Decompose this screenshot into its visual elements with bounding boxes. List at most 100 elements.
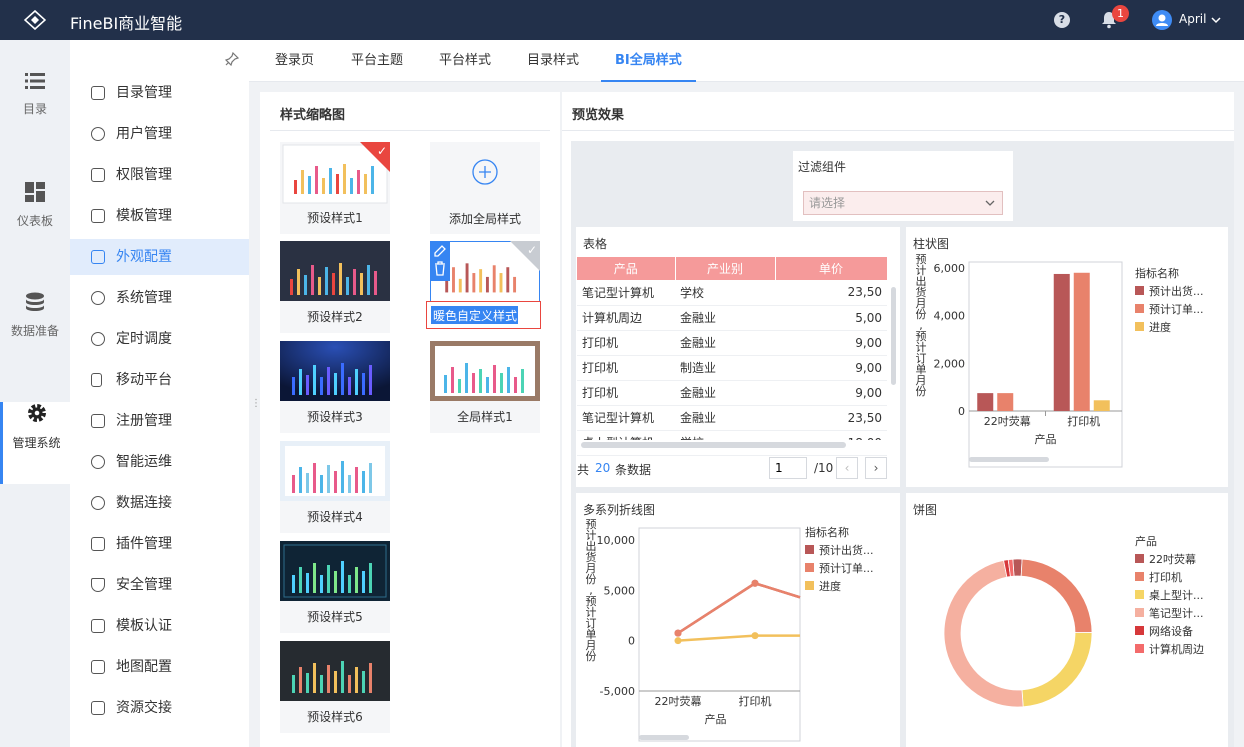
- tab-platform-theme[interactable]: 平台主题: [351, 40, 403, 82]
- column-header[interactable]: 单价: [775, 257, 888, 280]
- help-icon[interactable]: ?: [1054, 12, 1070, 28]
- next-page-button[interactable]: ›: [865, 457, 887, 479]
- thumb-image: [280, 641, 390, 701]
- filter-title: 过滤组件: [798, 160, 847, 174]
- trash-icon[interactable]: [435, 261, 445, 276]
- menu-item-mobile[interactable]: 移动平台: [70, 362, 249, 398]
- link-icon: [91, 496, 105, 510]
- bar: [1053, 273, 1070, 411]
- bar: [997, 393, 1014, 411]
- style-thumbnails-panel: 样式缩略图 ✓ 预设样式1 添加全局样式 预设样式2 ✓ 暖色自定义样式 预设样…: [260, 92, 560, 747]
- thumb-preset-5[interactable]: 预设样式5: [280, 541, 390, 633]
- table-cell: 金融业: [675, 330, 775, 356]
- tab-login-page[interactable]: 登录页: [275, 40, 314, 82]
- thumb-preset-4[interactable]: 预设样式4: [280, 441, 390, 533]
- thumb-image: [280, 241, 390, 301]
- prev-page-button[interactable]: ‹: [836, 457, 858, 479]
- left-rail: 目录 仪表板 数据准备 管理系统: [0, 40, 70, 747]
- bar: [977, 393, 994, 411]
- filter-widget: 过滤组件 请选择: [793, 151, 1013, 221]
- rename-input[interactable]: [431, 306, 518, 324]
- table-cell: 金融业: [675, 305, 775, 331]
- user-name[interactable]: April: [1179, 12, 1206, 26]
- y-tick-label: 2,000: [934, 357, 966, 370]
- tab-bi-global-style[interactable]: BI全局样式: [601, 40, 696, 82]
- menu-item-smart-ops[interactable]: 智能运维: [70, 444, 249, 480]
- legend-swatch: [1135, 608, 1144, 617]
- page-input[interactable]: [769, 457, 807, 479]
- preview-canvas: 过滤组件 请选择 表格 产品 产业别 单价 笔记型计算机 学校 23,50 计算…: [571, 141, 1234, 747]
- thumb-label: 添加全局样式: [448, 212, 521, 226]
- add-global-style-button[interactable]: 添加全局样式: [430, 142, 540, 234]
- thumb-preset-3[interactable]: 预设样式3: [280, 341, 390, 433]
- legend-swatch: [805, 545, 814, 554]
- legend-label: 预计出货...: [819, 543, 874, 557]
- pager-prefix: 共: [577, 463, 590, 477]
- horizontal-scrollbar[interactable]: [581, 442, 846, 448]
- table-cell: 23,50: [775, 405, 887, 431]
- thumb-preset-6[interactable]: 预设样式6: [280, 641, 390, 733]
- menu-item-template-auth[interactable]: 模板认证: [70, 608, 249, 644]
- menu-item-catalog[interactable]: 目录管理: [70, 75, 249, 111]
- data-point: [751, 579, 759, 587]
- menu-item-templates[interactable]: 模板管理: [70, 198, 249, 234]
- thumb-warm-custom-style[interactable]: ✓: [426, 241, 541, 333]
- tab-platform-style[interactable]: 平台样式: [439, 40, 491, 82]
- rail-item-admin[interactable]: 管理系统: [0, 402, 70, 484]
- y-axis-label: 份: [916, 385, 927, 398]
- menu-item-appearance[interactable]: 外观配置: [70, 239, 249, 275]
- pie-chart: 产品 22吋荧幕打印机桌上型计... 笔记型计... 网络设备计算机周边: [943, 534, 1204, 708]
- thumb-image: [280, 541, 390, 601]
- column-header[interactable]: 产业别: [675, 257, 776, 280]
- bar-chart-widget: 柱状图 0 2,000 4,000 6,000 预计出货月份, 预计订单月份 22吋荧幕 打印…: [906, 227, 1228, 487]
- menu-label: 插件管理: [116, 536, 172, 552]
- divider: [270, 130, 550, 131]
- rail-item-dashboard[interactable]: 仪表板: [0, 182, 70, 262]
- tab-catalog-style[interactable]: 目录样式: [527, 40, 579, 82]
- collapse-handle-icon[interactable]: ⋮: [251, 397, 261, 411]
- filter-select[interactable]: 请选择: [803, 191, 1003, 215]
- table-cell: 制造业: [675, 355, 775, 381]
- thumb-preset-2[interactable]: 预设样式2: [280, 241, 390, 333]
- menu-item-users[interactable]: 用户管理: [70, 116, 249, 152]
- menu-item-schedule[interactable]: 定时调度: [70, 321, 249, 357]
- table-cell: 9,00: [775, 355, 887, 381]
- filter-placeholder: 请选择: [809, 196, 846, 210]
- settings-icon: [91, 291, 105, 305]
- vertical-scrollbar[interactable]: [891, 287, 896, 385]
- rail-item-data-prep[interactable]: 数据准备: [0, 292, 70, 372]
- line-chart-widget: 多系列折线图 -5,000 0 5,000 10,000 预计出货月份, 预计订单月份 22…: [576, 493, 900, 747]
- legend-swatch: [805, 581, 814, 590]
- edit-icon[interactable]: [434, 245, 446, 257]
- menu-item-resource-handover[interactable]: 资源交接: [70, 690, 249, 726]
- menu-item-map[interactable]: 地图配置: [70, 649, 249, 685]
- legend-label: 预计出货...: [1149, 284, 1204, 298]
- thumb-preset-1[interactable]: ✓ 预设样式1: [280, 142, 390, 234]
- menu-item-data-connection[interactable]: 数据连接: [70, 485, 249, 521]
- thumb-global-style-1[interactable]: 全局样式1: [430, 341, 540, 433]
- legend-swatch: [1135, 554, 1144, 563]
- bar: [1093, 400, 1110, 411]
- thumb-label: 预设样式1: [307, 211, 363, 225]
- avatar[interactable]: [1152, 10, 1172, 30]
- menu-label: 定时调度: [116, 331, 172, 347]
- menu-item-security[interactable]: 安全管理: [70, 567, 249, 603]
- x-tick-label: 打印机: [1067, 414, 1100, 428]
- pager-total: 20: [595, 461, 611, 475]
- menu-item-permissions[interactable]: 权限管理: [70, 157, 249, 193]
- rail-item-catalog[interactable]: 目录: [0, 72, 70, 152]
- chevron-down-icon[interactable]: [1210, 14, 1222, 26]
- menu-item-registration[interactable]: 注册管理: [70, 403, 249, 439]
- pin-icon[interactable]: [225, 52, 239, 66]
- app-title: FineBI商业智能: [70, 14, 183, 33]
- y-tick-label: 5,000: [604, 584, 636, 597]
- menu-item-plugins[interactable]: 插件管理: [70, 526, 249, 562]
- template-icon: [91, 209, 105, 223]
- column-header[interactable]: 产品: [577, 257, 676, 280]
- menu-item-system[interactable]: 系统管理: [70, 280, 249, 316]
- notification-badge: 1: [1112, 5, 1129, 22]
- table-cell: 金融业: [675, 380, 775, 406]
- mobile-icon: [91, 373, 102, 387]
- table-cell: 计算机周边: [577, 305, 675, 331]
- legend-label: 网络设备: [1149, 624, 1193, 638]
